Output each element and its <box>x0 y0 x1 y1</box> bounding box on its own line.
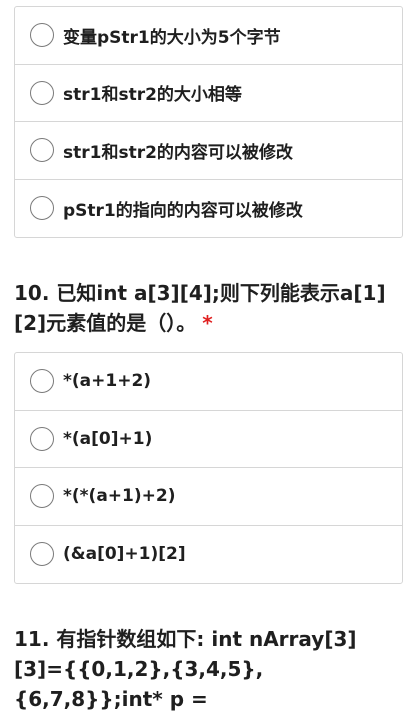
question-text: 10. 已知int a[3][4];则下列能表示a[1][2]元素值的是（）。 <box>14 281 386 335</box>
option-label: *(*(a+1)+2) <box>63 486 176 507</box>
radio-button[interactable] <box>30 542 54 567</box>
radio-button[interactable] <box>30 484 54 509</box>
q10-option-4[interactable]: (&a[0]+1)[2] <box>15 526 402 584</box>
required-mark: * <box>202 311 213 335</box>
radio-button[interactable] <box>30 80 54 105</box>
radio-button[interactable] <box>30 426 54 451</box>
radio-button[interactable] <box>30 369 54 394</box>
q10-option-3[interactable]: *(*(a+1)+2) <box>15 468 402 526</box>
option-label: *(a+1+2) <box>63 371 152 392</box>
option-label: 变量pStr1的大小为5个字节 <box>63 27 281 48</box>
q9-option-2[interactable]: str1和str2的大小相等 <box>15 65 402 122</box>
option-label: pStr1的指向的内容可以被修改 <box>63 200 303 221</box>
q9-options: 变量pStr1的大小为5个字节 str1和str2的大小相等 str1和str2… <box>14 6 403 238</box>
q10-option-1[interactable]: *(a+1+2) <box>15 353 402 411</box>
option-label: str1和str2的大小相等 <box>63 85 242 106</box>
option-label: (&a[0]+1)[2] <box>63 544 186 565</box>
radio-button[interactable] <box>30 23 54 48</box>
question-text: 11. 有指针数组如下: int nArray[3][3]={{0,1,2},{… <box>14 627 357 711</box>
q10-options: *(a+1+2) *(a[0]+1) *(*(a+1)+2) (&a[0]+1)… <box>14 352 403 584</box>
radio-button[interactable] <box>30 196 54 221</box>
q9-option-1[interactable]: 变量pStr1的大小为5个字节 <box>15 7 402 65</box>
option-label: *(a[0]+1) <box>63 428 153 449</box>
question-11-title: 11. 有指针数组如下: int nArray[3][3]={{0,1,2},{… <box>14 624 394 714</box>
question-10-title: 10. 已知int a[3][4];则下列能表示a[1][2]元素值的是（）。 * <box>14 278 394 338</box>
q9-option-4[interactable]: pStr1的指向的内容可以被修改 <box>15 180 402 238</box>
q10-option-2[interactable]: *(a[0]+1) <box>15 411 402 468</box>
option-label: str1和str2的内容可以被修改 <box>63 142 293 163</box>
radio-button[interactable] <box>30 138 54 163</box>
q9-option-3[interactable]: str1和str2的内容可以被修改 <box>15 122 402 180</box>
